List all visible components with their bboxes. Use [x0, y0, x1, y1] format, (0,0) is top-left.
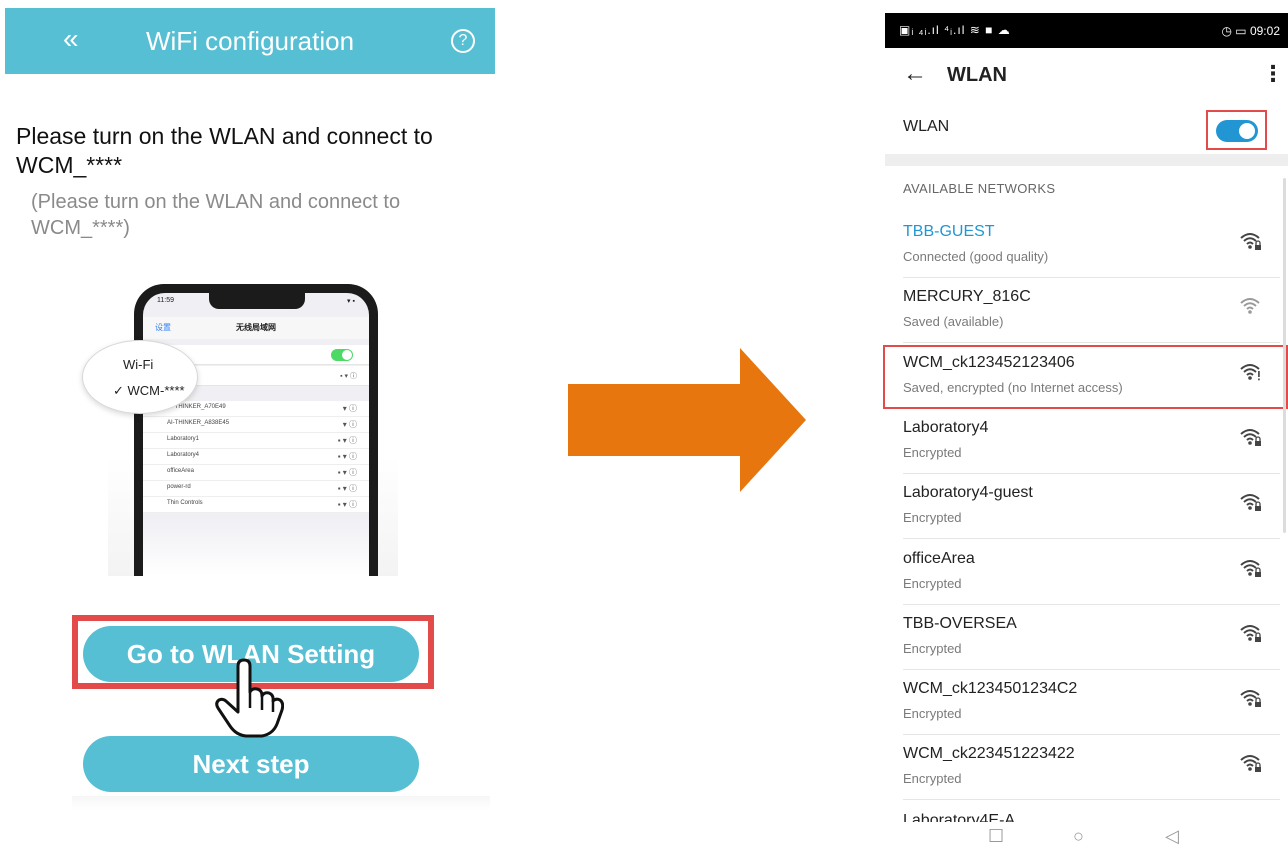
wlan-settings-screen: ▣ᵢ ₄ᵢ.ıl ⁴ᵢ.ıl ≋ ■ ☁ ◷ ▭ 09:02 ← WLAN ⋮ …	[883, 13, 1288, 852]
network-item[interactable]: MERCURY_816C Saved (available)	[885, 278, 1288, 344]
network-item[interactable]: officeArea Encrypted	[885, 540, 1288, 605]
network-status: Encrypted	[903, 510, 962, 526]
network-item[interactable]: WCM_ck223451223422 Encrypted	[885, 735, 1288, 801]
toolbar-title: WLAN	[947, 64, 1007, 86]
network-item[interactable]: TBB-OVERSEA Encrypted	[885, 605, 1288, 670]
phone-network-row: power-rd ▪ ▾ ⓘ	[143, 481, 369, 497]
back-button[interactable]: ◁	[1165, 826, 1179, 847]
phone-screen: 11:59 ▾ ▪ 设置 无线局域网 ▪ ▾ ⓘ AI-THINKER_A70E…	[143, 293, 369, 576]
wlan-label: WLAN	[903, 118, 950, 135]
toolbar: ← WLAN ⋮	[885, 48, 1288, 100]
network-status: Connected (good quality)	[903, 249, 1049, 264]
network-name: WCM_ck1234501234C2	[903, 680, 1078, 698]
network-item[interactable]: Laboratory4 Encrypted	[885, 409, 1288, 474]
network-status: Encrypted	[903, 771, 962, 787]
instruction-subtext: (Please turn on the WLAN and connect to …	[31, 191, 401, 239]
status-left-icons: ▣ᵢ ₄ᵢ.ıl ⁴ᵢ.ıl ≋ ■ ☁	[899, 23, 1011, 37]
network-name: MERCURY_816C	[903, 288, 1031, 306]
network-name-partial: Laboratory4E-A	[903, 812, 1016, 822]
network-name: TBB-GUEST	[903, 223, 995, 240]
arrow-right-icon	[568, 348, 806, 492]
arrow-left-icon[interactable]: ←	[903, 60, 927, 88]
wlan-toggle-row: WLAN	[885, 100, 1288, 154]
status-right-text: ◷ ▭ 09:02	[1221, 24, 1280, 38]
wifi-lock-icon	[1240, 426, 1262, 448]
network-name: Laboratory4-guest	[903, 484, 1033, 502]
bubble-wifi-label: Wi-Fi	[123, 357, 154, 372]
phone-network-row: Laboratory4 ▪ ▾ ⓘ	[143, 449, 369, 465]
phone-status-icons: ▾ ▪	[347, 298, 355, 305]
wifi-lock-icon	[1240, 557, 1262, 579]
phone-navbar: 设置 无线局域网	[143, 317, 369, 339]
question-mark-icon[interactable]: ?	[451, 29, 475, 53]
network-status: Encrypted	[903, 444, 962, 460]
wifi-lock-icon	[1240, 622, 1262, 644]
home-button[interactable]: ○	[1073, 826, 1084, 847]
phone-row-icons: ▪ ▾ ⓘ	[340, 373, 357, 380]
network-name: officeArea	[903, 549, 975, 567]
phone-network-row: Thin Controls ▪ ▾ ⓘ	[143, 497, 369, 513]
phone-network-row: Laboratory1 ▪ ▾ ⓘ	[143, 433, 369, 449]
pointing-hand-icon	[215, 658, 284, 738]
bubble-network-label: ✓ WCM-****	[113, 383, 185, 398]
highlight-box	[1206, 110, 1267, 150]
wifi-lock-icon	[1240, 230, 1262, 252]
phone-network-row: AI-THINKER_A838E45 ▾ ⓘ	[143, 417, 369, 433]
phone-network-row: officeArea ▪ ▾ ⓘ	[143, 465, 369, 481]
network-status: Encrypted	[903, 640, 962, 656]
wifi-lock-icon	[1240, 752, 1262, 774]
wifi-lock-icon	[1240, 687, 1262, 709]
next-step-button[interactable]: Next step	[83, 736, 419, 792]
network-status: Saved (available)	[903, 314, 1004, 330]
status-bar: ▣ᵢ ₄ᵢ.ıl ⁴ᵢ.ıl ≋ ■ ☁ ◷ ▭ 09:02	[885, 13, 1288, 48]
instruction-text: Please turn on the WLAN and connect to W…	[16, 123, 433, 178]
recent-apps-button[interactable]: ☐	[988, 826, 1004, 847]
phone-nav-title: 无线局域网	[236, 323, 276, 332]
network-status: Encrypted	[903, 706, 962, 722]
section-title: AVAILABLE NETWORKS	[903, 181, 1056, 196]
network-status: Encrypted	[903, 575, 962, 591]
wifi-icon	[1240, 295, 1262, 317]
highlight-box	[883, 344, 1288, 409]
page-title: WiFi configuration	[145, 26, 355, 56]
scrollbar[interactable]	[1283, 178, 1286, 533]
network-item[interactable]: WCM_ck1234501234C2 Encrypted	[885, 670, 1288, 736]
phone-frame: 11:59 ▾ ▪ 设置 无线局域网 ▪ ▾ ⓘ AI-THINKER_A70E…	[134, 284, 378, 576]
more-vertical-icon[interactable]: ⋮	[1262, 61, 1284, 87]
network-name: TBB-OVERSEA	[903, 614, 1017, 632]
phone-notch	[209, 293, 305, 309]
wifi-config-screen: « WiFi configuration ? Please turn on th…	[0, 0, 500, 852]
phone-illustration: 11:59 ▾ ▪ 设置 无线局域网 ▪ ▾ ⓘ AI-THINKER_A70E…	[82, 276, 398, 576]
header-bar: « WiFi configuration ?	[5, 8, 495, 74]
phone-wifi-toggle	[331, 349, 353, 361]
wifi-lock-icon	[1240, 491, 1262, 513]
network-item[interactable]: TBB-GUEST Connected (good quality)	[885, 213, 1288, 278]
network-name: WCM_ck223451223422	[903, 745, 1075, 763]
phone-time: 11:59	[157, 297, 174, 304]
network-name: Laboratory4	[903, 418, 989, 436]
navigation-bar: ☐ ○ ◁	[885, 822, 1288, 852]
network-item[interactable]: WCM_ck123452123406 Saved, encrypted (no I…	[883, 344, 1288, 409]
network-item[interactable]: Laboratory4-guest Encrypted	[885, 474, 1288, 540]
magnifier-bubble: Wi-Fi ✓ WCM-****	[82, 340, 198, 414]
